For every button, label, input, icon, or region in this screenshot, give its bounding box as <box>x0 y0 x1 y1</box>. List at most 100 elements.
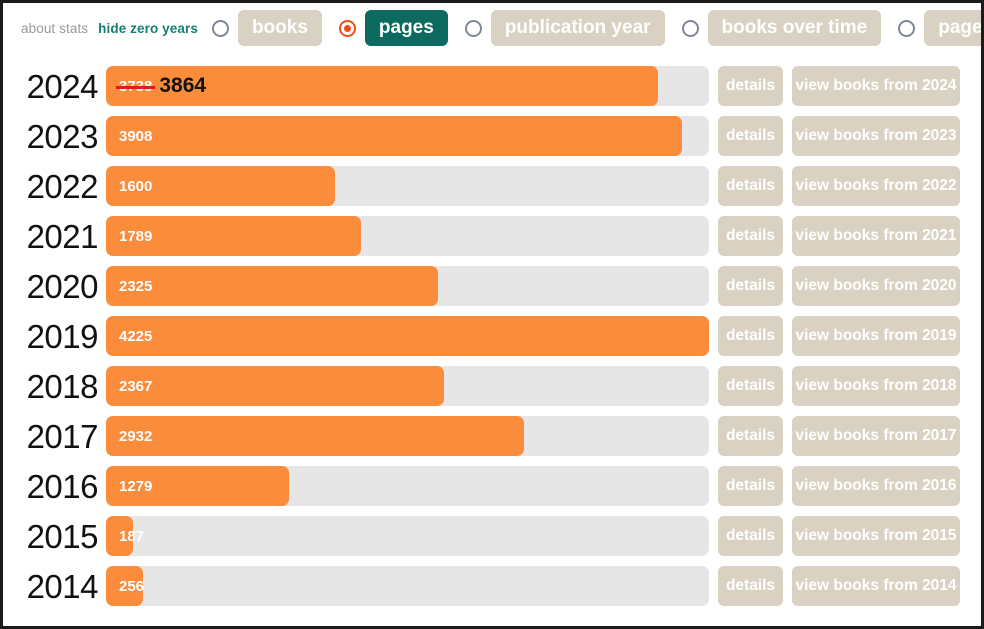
view-books-button[interactable]: view books from 2017 <box>792 416 960 456</box>
struck-value: 3738 <box>115 77 156 95</box>
bar-track: 256 <box>106 566 709 606</box>
metric-option-books-over-time[interactable]: books over time <box>681 10 894 46</box>
view-books-button[interactable]: view books from 2015 <box>792 516 960 556</box>
stats-toolbar: about stats hide zero years books pages pu… <box>3 3 981 53</box>
bar-value: 2325 <box>119 277 153 295</box>
bar-value: 1279 <box>119 477 153 495</box>
hide-zero-years-link[interactable]: hide zero years <box>98 21 198 36</box>
bar-value-label: 1279 <box>119 466 152 506</box>
year-label: 2023 <box>26 117 99 155</box>
view-books-button[interactable]: view books from 2021 <box>792 216 960 256</box>
table-row: 2018 2367 details view books from 2018 <box>3 361 981 411</box>
bar-value-label: 3738 3864 <box>115 66 207 106</box>
bar-value: 1600 <box>119 177 153 195</box>
bar-value-label: 2325 <box>119 266 152 306</box>
bar-value-label: 187 <box>119 516 144 556</box>
view-books-button[interactable]: view books from 2020 <box>792 266 960 306</box>
details-button[interactable]: details <box>718 316 783 356</box>
year-label: 2018 <box>26 367 99 405</box>
metric-option-pages-over-time[interactable]: pages over time <box>898 10 981 46</box>
bar-value-label: 1789 <box>119 216 152 256</box>
bar-fill <box>106 316 709 356</box>
bar-track: 2367 <box>106 366 709 406</box>
table-row: 2024 3738 3864 details view books from 2024 <box>3 61 981 111</box>
details-button[interactable]: details <box>718 266 783 306</box>
metric-pill-publication-year[interactable]: publication year <box>490 10 665 46</box>
year-bar-list: 2024 3738 3864 details view books from 2024 2… <box>3 53 981 611</box>
metric-option-pages[interactable]: pages <box>338 10 460 46</box>
year-label: 2014 <box>26 567 99 605</box>
metric-option-publication-year[interactable]: publication year <box>464 10 677 46</box>
details-button[interactable]: details <box>718 366 783 406</box>
bar-value: 4225 <box>119 327 153 345</box>
corrected-value: 3864 <box>159 74 207 97</box>
details-button[interactable]: details <box>718 516 783 556</box>
bar-track: 2932 <box>106 416 709 456</box>
bar-track: 187 <box>106 516 709 556</box>
details-button[interactable]: details <box>718 416 783 456</box>
bar-fill <box>106 416 525 456</box>
radio-unselected-icon[interactable] <box>681 19 699 37</box>
view-books-button[interactable]: view books from 2016 <box>792 466 960 506</box>
bar-value: 187 <box>119 527 145 545</box>
bar-track: 3738 3864 <box>106 66 709 106</box>
details-button[interactable]: details <box>718 566 783 606</box>
year-label: 2017 <box>26 417 99 455</box>
year-label: 2016 <box>26 467 99 505</box>
table-row: 2014 256 details view books from 2014 <box>3 561 981 611</box>
details-button[interactable]: details <box>718 216 783 256</box>
year-label: 2019 <box>26 317 99 355</box>
radio-unselected-icon[interactable] <box>211 19 229 37</box>
table-row: 2021 1789 details view books from 2021 <box>3 211 981 261</box>
bar-value-label: 1600 <box>119 166 152 206</box>
bar-value: 256 <box>119 577 145 595</box>
metric-radio-group: books pages publication year books over tim… <box>211 10 981 46</box>
view-books-button[interactable]: view books from 2019 <box>792 316 960 356</box>
bar-fill <box>106 116 682 156</box>
year-label: 2020 <box>26 267 99 305</box>
about-stats-link[interactable]: about stats <box>21 21 88 36</box>
table-row: 2016 1279 details view books from 2016 <box>3 461 981 511</box>
details-button[interactable]: details <box>718 166 783 206</box>
radio-unselected-icon[interactable] <box>464 19 482 37</box>
bar-track: 1789 <box>106 216 709 256</box>
bar-track: 1600 <box>106 166 709 206</box>
bar-value-label: 2932 <box>119 416 152 456</box>
table-row: 2017 2932 details view books from 2017 <box>3 411 981 461</box>
year-label: 2021 <box>26 217 99 255</box>
radio-selected-icon[interactable] <box>338 19 356 37</box>
bar-value-label: 2367 <box>119 366 152 406</box>
view-books-button[interactable]: view books from 2018 <box>792 366 960 406</box>
metric-pill-pages-over-time[interactable]: pages over time <box>924 10 981 46</box>
view-books-button[interactable]: view books from 2024 <box>792 66 960 106</box>
year-label: 2022 <box>26 167 99 205</box>
view-books-button[interactable]: view books from 2023 <box>792 116 960 156</box>
table-row: 2019 4225 details view books from 2019 <box>3 311 981 361</box>
details-button[interactable]: details <box>718 466 783 506</box>
metric-pill-books-over-time[interactable]: books over time <box>707 10 882 46</box>
bar-value: 2932 <box>119 427 153 445</box>
year-label: 2024 <box>26 67 99 105</box>
view-books-button[interactable]: view books from 2014 <box>792 566 960 606</box>
details-button[interactable]: details <box>718 116 783 156</box>
metric-pill-pages[interactable]: pages <box>364 10 448 46</box>
bar-fill <box>106 266 439 306</box>
metric-pill-books[interactable]: books <box>237 10 322 46</box>
radio-unselected-icon[interactable] <box>898 19 916 37</box>
table-row: 2022 1600 details view books from 2022 <box>3 161 981 211</box>
view-books-button[interactable]: view books from 2022 <box>792 166 960 206</box>
bar-value-label: 256 <box>119 566 144 606</box>
table-row: 2020 2325 details view books from 2020 <box>3 261 981 311</box>
table-row: 2015 187 details view books from 2015 <box>3 511 981 561</box>
bar-track: 4225 <box>106 316 709 356</box>
bar-value-label: 3908 <box>119 116 152 156</box>
year-label: 2015 <box>26 517 99 555</box>
bar-value: 2367 <box>119 377 153 395</box>
bar-value: 3908 <box>119 127 153 145</box>
details-button[interactable]: details <box>718 66 783 106</box>
bar-value: 1789 <box>119 227 153 245</box>
stats-page: about stats hide zero years books pages pu… <box>0 0 984 629</box>
table-row: 2023 3908 details view books from 2023 <box>3 111 981 161</box>
metric-option-books[interactable]: books <box>211 10 334 46</box>
bar-track: 2325 <box>106 266 709 306</box>
